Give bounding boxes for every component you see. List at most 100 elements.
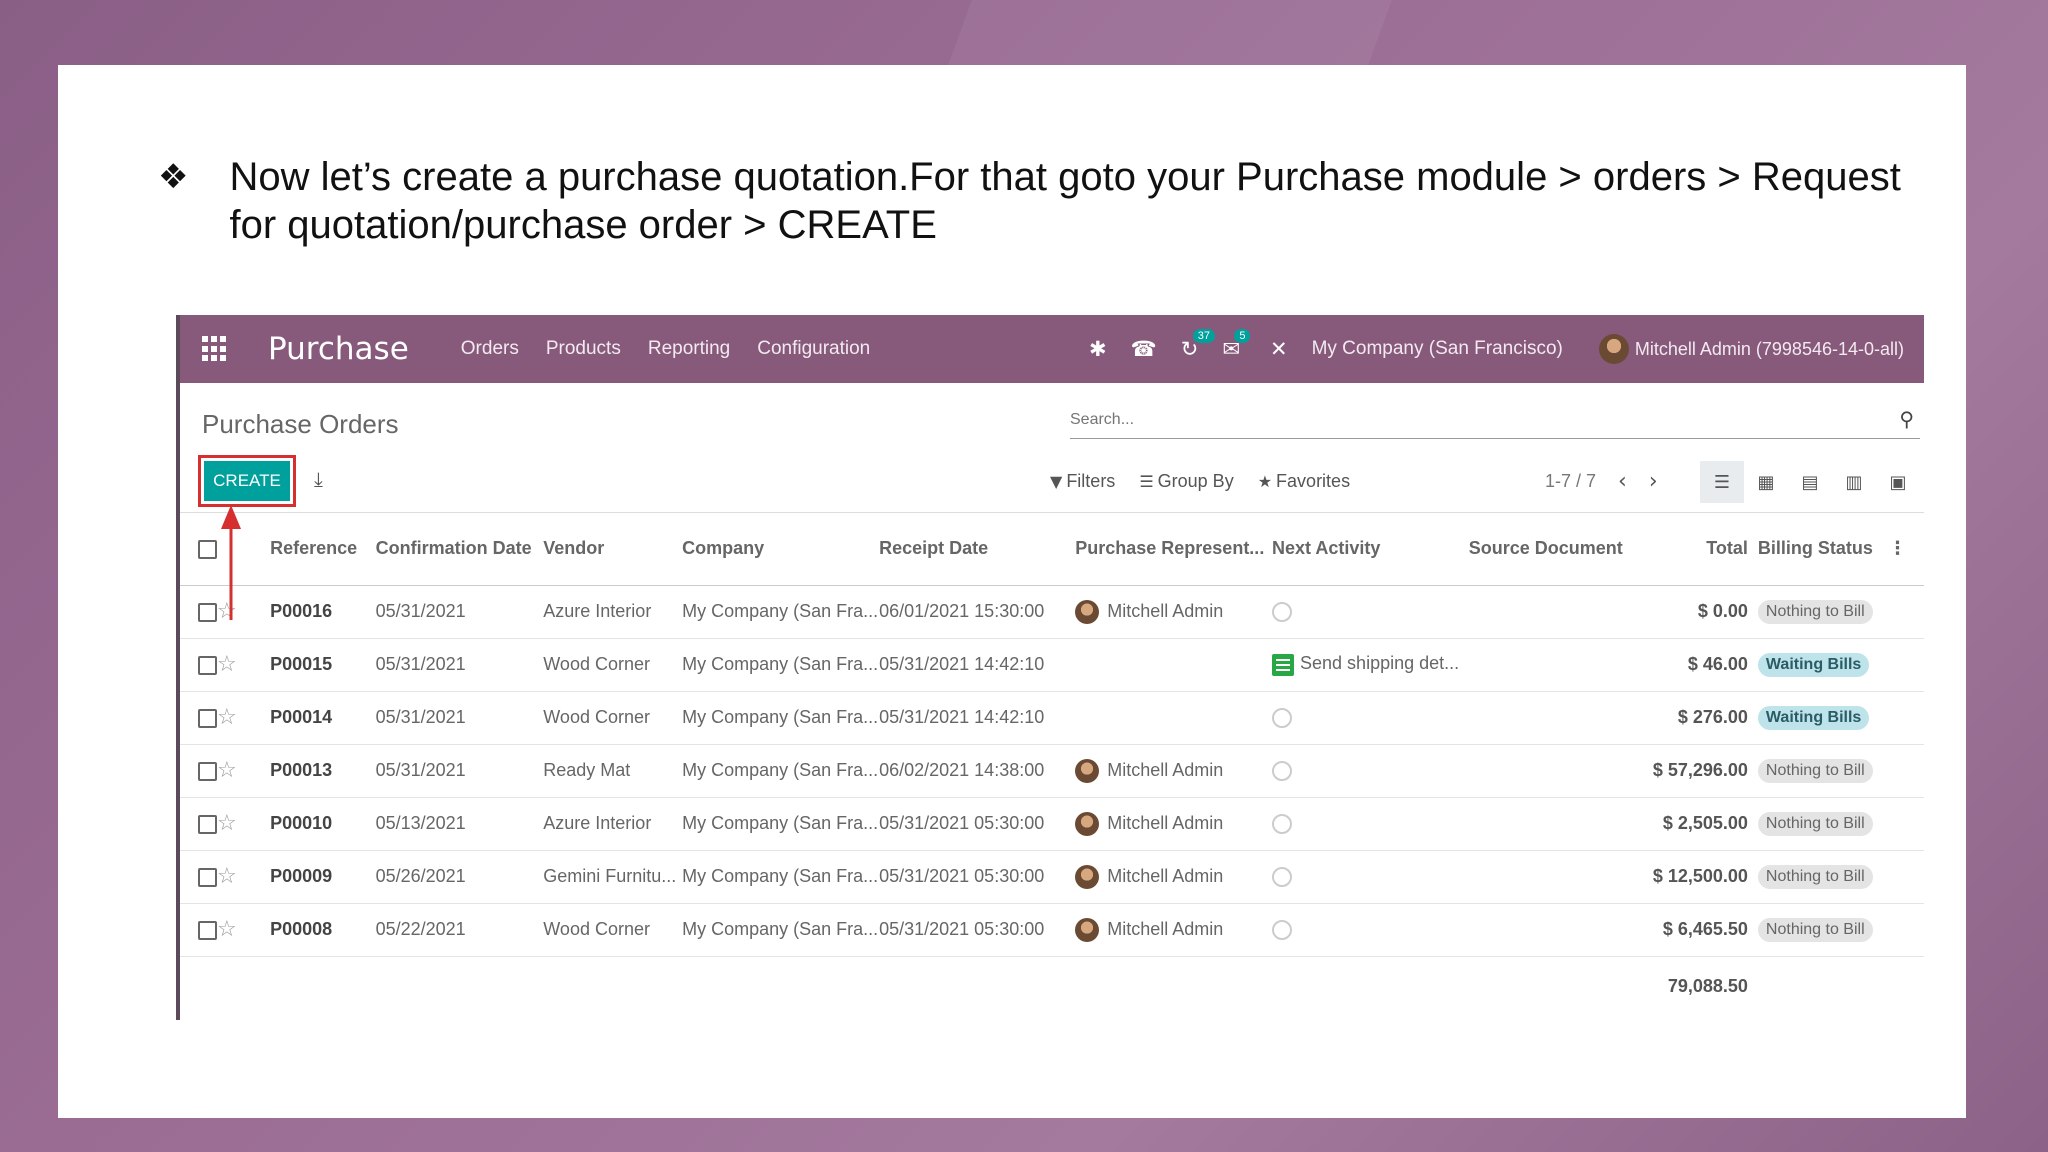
star-icon[interactable]: ☆ bbox=[217, 811, 237, 836]
phone-icon[interactable]: ☎ bbox=[1131, 337, 1157, 361]
column-options-icon[interactable]: ⋮ bbox=[1888, 513, 1924, 586]
table-row[interactable]: ☆ P00014 05/31/2021 Wood Corner My Compa… bbox=[180, 691, 1924, 745]
messages-icon[interactable]: ✉ 5 bbox=[1222, 329, 1251, 361]
source-document bbox=[1468, 903, 1639, 957]
no-activity-icon[interactable] bbox=[1272, 708, 1293, 729]
col-next-activity[interactable]: Next Activity bbox=[1272, 513, 1469, 586]
status-badge: Nothing to Bill bbox=[1757, 864, 1873, 889]
row-checkbox[interactable] bbox=[198, 761, 217, 781]
avatar bbox=[1075, 599, 1100, 624]
chevron-left-icon[interactable]: ‹ bbox=[1618, 469, 1627, 494]
col-total[interactable]: Total bbox=[1638, 513, 1758, 586]
menu-orders[interactable]: Orders bbox=[461, 338, 519, 360]
row-checkbox[interactable] bbox=[198, 867, 217, 887]
representative-cell: Mitchell Admin bbox=[1075, 744, 1273, 798]
table-row[interactable]: ☆ P00010 05/13/2021 Azure Interior My Co… bbox=[180, 797, 1924, 851]
funnel-icon: ▼ bbox=[1050, 472, 1063, 491]
star-icon[interactable]: ☆ bbox=[217, 758, 237, 783]
filters-button[interactable]: ▼ Filters bbox=[1050, 471, 1115, 492]
confirmation-date: 05/26/2021 bbox=[375, 850, 544, 904]
table-row[interactable]: ☆ P00016 05/31/2021 Azure Interior My Co… bbox=[180, 585, 1924, 639]
favorites-button[interactable]: ★ Favorites bbox=[1258, 471, 1350, 492]
col-receipt-date[interactable]: Receipt Date bbox=[879, 513, 1076, 586]
star-icon[interactable]: ☆ bbox=[217, 917, 237, 942]
list-view-icon[interactable]: ☰ bbox=[1700, 461, 1744, 503]
row-checkbox[interactable] bbox=[198, 814, 217, 834]
view-switcher: ☰ ▦ ▤ ▥ ▣ ◷ bbox=[1700, 461, 1924, 503]
vendor: Gemini Furnitu... bbox=[543, 850, 683, 904]
no-activity-icon[interactable] bbox=[1272, 602, 1293, 623]
user-menu[interactable]: Mitchell Admin (7998546-14-0-all) bbox=[1635, 339, 1904, 360]
download-icon[interactable]: ⤓ bbox=[314, 467, 323, 491]
row-checkbox[interactable] bbox=[198, 920, 217, 940]
grand-total: 79,088.50 bbox=[1667, 975, 1748, 996]
graph-view-icon[interactable]: ▥ bbox=[1832, 461, 1876, 503]
company: My Company (San Fra... bbox=[682, 691, 880, 745]
no-activity-icon[interactable] bbox=[1272, 867, 1293, 888]
source-document bbox=[1468, 638, 1639, 692]
bug-icon[interactable]: ✱ bbox=[1089, 337, 1107, 361]
receipt-date: 06/02/2021 14:38:00 bbox=[879, 744, 1076, 798]
create-button[interactable]: CREATE bbox=[204, 461, 290, 501]
user-avatar[interactable] bbox=[1598, 334, 1629, 364]
reference: P00013 bbox=[270, 744, 376, 798]
billing-status-cell: Nothing to Bill bbox=[1757, 903, 1889, 957]
apps-menu-icon[interactable] bbox=[202, 336, 228, 362]
col-vendor[interactable]: Vendor bbox=[543, 513, 683, 586]
search-icon[interactable]: ⚲ bbox=[1899, 407, 1914, 431]
kanban-view-icon[interactable]: ▦ bbox=[1744, 461, 1788, 503]
status-badge: Waiting Bills bbox=[1757, 705, 1870, 730]
representative-cell: Mitchell Admin bbox=[1075, 903, 1273, 957]
top-navbar: Purchase Orders Products Reporting Confi… bbox=[180, 315, 1924, 383]
billing-status-cell: Nothing to Bill bbox=[1757, 797, 1889, 851]
odoo-screenshot: Purchase Orders Products Reporting Confi… bbox=[176, 315, 1924, 1020]
activity-type-icon[interactable] bbox=[1272, 653, 1295, 676]
billing-status-cell: Nothing to Bill bbox=[1757, 850, 1889, 904]
no-activity-icon[interactable] bbox=[1272, 814, 1293, 835]
breadcrumb: Purchase Orders bbox=[202, 409, 399, 439]
table-row[interactable]: ☆ P00009 05/26/2021 Gemini Furnitu... My… bbox=[180, 850, 1924, 904]
star-icon[interactable]: ☆ bbox=[217, 864, 237, 889]
representative: Mitchell Admin bbox=[1107, 812, 1224, 833]
source-document bbox=[1468, 797, 1639, 851]
pivot-view-icon[interactable]: ▤ bbox=[1788, 461, 1832, 503]
tools-icon[interactable]: ✕ bbox=[1270, 337, 1288, 361]
menu-configuration[interactable]: Configuration bbox=[757, 338, 870, 360]
list-icon: ☰ bbox=[1139, 472, 1154, 491]
activity-clock-icon[interactable]: ↻ 37 bbox=[1181, 329, 1215, 361]
col-source-document[interactable]: Source Document bbox=[1468, 513, 1639, 586]
menu-reporting[interactable]: Reporting bbox=[648, 338, 730, 360]
avatar bbox=[1075, 917, 1100, 942]
vendor: Wood Corner bbox=[543, 903, 683, 957]
col-confirmation-date[interactable]: Confirmation Date bbox=[375, 513, 544, 586]
search-input[interactable] bbox=[1070, 403, 1870, 437]
company-switcher[interactable]: My Company (San Francisco) bbox=[1312, 338, 1563, 360]
receipt-date: 05/31/2021 05:30:00 bbox=[879, 903, 1076, 957]
company: My Company (San Fra... bbox=[682, 850, 880, 904]
chevron-right-icon[interactable]: › bbox=[1649, 469, 1658, 494]
table-row[interactable]: ☆ P00008 05/22/2021 Wood Corner My Compa… bbox=[180, 903, 1924, 957]
favorites-label: Favorites bbox=[1276, 471, 1351, 491]
col-billing-status[interactable]: Billing Status bbox=[1757, 513, 1889, 586]
table-row[interactable]: ☆ P00013 05/31/2021 Ready Mat My Company… bbox=[180, 744, 1924, 798]
vendor: Azure Interior bbox=[543, 585, 683, 639]
calendar-view-icon[interactable]: ▣ bbox=[1876, 461, 1920, 503]
background-shape bbox=[948, 0, 1392, 65]
col-company[interactable]: Company bbox=[682, 513, 880, 586]
app-title: Purchase bbox=[268, 331, 409, 367]
activity-view-icon[interactable]: ◷ bbox=[1920, 461, 1924, 503]
total: $ 6,465.50 bbox=[1638, 903, 1758, 957]
menu-products[interactable]: Products bbox=[546, 338, 621, 360]
activity-summary[interactable]: Send shipping det... bbox=[1300, 653, 1459, 673]
group-by-button[interactable]: ☰ Group By bbox=[1139, 471, 1233, 492]
table-row[interactable]: ☆ P00015 05/31/2021 Wood Corner My Compa… bbox=[180, 638, 1924, 692]
col-reference[interactable]: Reference bbox=[270, 513, 376, 586]
representative-cell: Mitchell Admin bbox=[1075, 797, 1273, 851]
vendor: Wood Corner bbox=[543, 638, 683, 692]
col-purchase-representative[interactable]: Purchase Represent... bbox=[1075, 513, 1273, 586]
pager-value[interactable]: 1-7 / 7 bbox=[1545, 471, 1596, 492]
vendor: Azure Interior bbox=[543, 797, 683, 851]
no-activity-icon[interactable] bbox=[1272, 761, 1293, 782]
no-activity-icon[interactable] bbox=[1272, 920, 1293, 941]
reference: P00008 bbox=[270, 903, 376, 957]
